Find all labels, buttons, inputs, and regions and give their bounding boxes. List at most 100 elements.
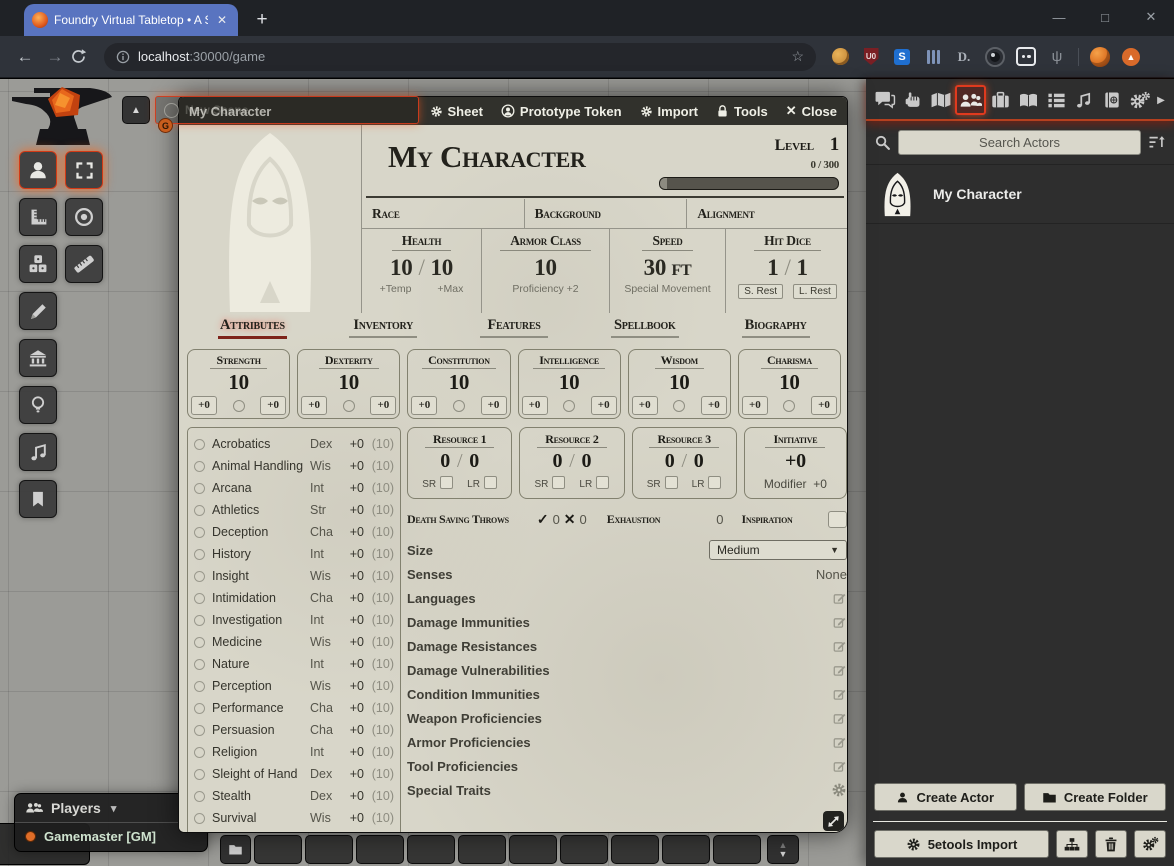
- macro-slot[interactable]: [509, 835, 557, 864]
- browser-tab[interactable]: Foundry Virtual Tabletop • A Stan ✕: [24, 4, 238, 36]
- skill-row[interactable]: Animal Handling Wis +0 (10): [194, 455, 394, 477]
- tab-chat[interactable]: [872, 85, 899, 115]
- skill-proficiency-radio[interactable]: [194, 791, 205, 802]
- skill-row[interactable]: Performance Cha +0 (10): [194, 697, 394, 719]
- tools-button[interactable]: Tools: [716, 104, 768, 119]
- ac-value[interactable]: 10: [534, 255, 556, 281]
- window-maximize-button[interactable]: □: [1082, 10, 1128, 25]
- tab-inventory[interactable]: Inventory: [318, 317, 449, 343]
- ability-modifier[interactable]: +0: [411, 396, 437, 415]
- window-minimize-button[interactable]: —: [1036, 10, 1082, 25]
- hd-current[interactable]: 1: [767, 255, 778, 280]
- macro-slot[interactable]: [254, 835, 302, 864]
- skill-row[interactable]: Nature Int +0 (10): [194, 653, 394, 675]
- short-rest-button[interactable]: S. Rest: [738, 284, 783, 299]
- save-proficiency-radio[interactable]: [343, 400, 355, 412]
- save-proficiency-radio[interactable]: [453, 400, 465, 412]
- scene-nav-collapse-button[interactable]: ▲: [122, 96, 150, 124]
- resource-block[interactable]: Resource 2 0/0 SRLR: [519, 427, 624, 499]
- skill-proficiency-radio[interactable]: [194, 571, 205, 582]
- ability-modifier[interactable]: +0: [522, 396, 548, 415]
- search-actors-input[interactable]: [898, 130, 1141, 155]
- edit-trait-button[interactable]: [833, 759, 847, 773]
- bookmark-star-icon[interactable]: ☆: [791, 48, 804, 65]
- character-name[interactable]: My Character: [388, 139, 586, 175]
- skill-row[interactable]: Insight Wis +0 (10): [194, 565, 394, 587]
- ability-save[interactable]: +0: [811, 396, 837, 415]
- tool-lighting-controls[interactable]: [19, 386, 57, 424]
- window-resize-handle[interactable]: [823, 811, 844, 831]
- skill-row[interactable]: History Int +0 (10): [194, 543, 394, 565]
- page-down-icon[interactable]: ▼: [779, 850, 788, 859]
- import-button[interactable]: Import: [640, 104, 698, 119]
- tab-biography[interactable]: Biography: [710, 317, 841, 343]
- skill-row[interactable]: Acrobatics Dex +0 (10): [194, 433, 394, 455]
- ability-save[interactable]: +0: [701, 396, 727, 415]
- configure-special-traits-button[interactable]: [831, 782, 847, 798]
- ability-modifier[interactable]: +0: [301, 396, 327, 415]
- skill-proficiency-radio[interactable]: [194, 615, 205, 626]
- resource-block[interactable]: Resource 3 0/0 SRLR: [632, 427, 737, 499]
- sort-filter-icon[interactable]: [1148, 134, 1166, 151]
- skill-row[interactable]: Stealth Dex +0 (10): [194, 785, 394, 807]
- skill-proficiency-radio[interactable]: [194, 747, 205, 758]
- tool-token-controls[interactable]: [19, 151, 57, 189]
- toggle-folders-button[interactable]: [1056, 830, 1088, 858]
- skill-proficiency-radio[interactable]: [194, 659, 205, 670]
- save-proficiency-radio[interactable]: [783, 400, 795, 412]
- window-close-button[interactable]: ✕: [1128, 9, 1174, 25]
- edit-trait-button[interactable]: [833, 663, 847, 677]
- skill-row[interactable]: Athletics Str +0 (10): [194, 499, 394, 521]
- save-proficiency-radio[interactable]: [673, 400, 685, 412]
- tab-settings[interactable]: [1126, 85, 1153, 115]
- camera-extension-icon[interactable]: [985, 47, 1005, 67]
- skill-proficiency-radio[interactable]: [194, 813, 205, 824]
- ability-block[interactable]: Wisdom 10 +0 +0: [628, 349, 731, 419]
- tool-select-tokens[interactable]: [65, 151, 103, 189]
- ability-block[interactable]: Intelligence 10 +0 +0: [518, 349, 621, 419]
- actor-directory-entry[interactable]: My Character: [866, 164, 1174, 224]
- resource-max[interactable]: 0: [582, 450, 592, 472]
- new-tab-button[interactable]: +: [248, 6, 276, 34]
- ability-score[interactable]: 10: [188, 370, 289, 395]
- skill-row[interactable]: Religion Int +0 (10): [194, 741, 394, 763]
- browser-update-icon[interactable]: ▲: [1121, 47, 1141, 67]
- long-rest-checkbox[interactable]: [708, 476, 721, 489]
- sheet-config-button[interactable]: Sheet: [430, 104, 483, 119]
- tool-note-controls[interactable]: [19, 480, 57, 518]
- edit-trait-button[interactable]: [833, 615, 847, 629]
- skill-row[interactable]: Intimidation Cha +0 (10): [194, 587, 394, 609]
- ability-block[interactable]: Charisma 10 +0 +0: [738, 349, 841, 419]
- resource-value[interactable]: 0: [553, 450, 563, 472]
- window-header[interactable]: My Character Sheet Prototype Token Impor…: [179, 97, 847, 125]
- short-rest-checkbox[interactable]: [665, 476, 678, 489]
- players-collapse-icon[interactable]: ▾: [111, 802, 117, 815]
- ability-save[interactable]: +0: [591, 396, 617, 415]
- ability-score[interactable]: 10: [519, 370, 620, 395]
- skill-proficiency-radio[interactable]: [194, 637, 205, 648]
- configure-settings-button[interactable]: [1134, 830, 1166, 858]
- tool-measure-distance[interactable]: [65, 245, 103, 283]
- death-failure-icon[interactable]: ✕: [564, 511, 576, 528]
- ability-score[interactable]: 10: [408, 370, 509, 395]
- s-extension-icon[interactable]: S: [892, 47, 912, 67]
- long-rest-button[interactable]: L. Rest: [793, 284, 837, 299]
- death-success-icon[interactable]: ✓: [537, 511, 549, 528]
- edit-trait-button[interactable]: [833, 639, 847, 653]
- edit-trait-button[interactable]: [833, 735, 847, 749]
- tab-actors[interactable]: [955, 85, 986, 115]
- ability-modifier[interactable]: +0: [191, 396, 217, 415]
- tool-sound-controls[interactable]: [19, 433, 57, 471]
- macro-slot[interactable]: [458, 835, 506, 864]
- save-proficiency-radio[interactable]: [563, 400, 575, 412]
- skill-row[interactable]: Survival Wis +0 (10): [194, 807, 394, 829]
- tool-wall-controls[interactable]: [19, 339, 57, 377]
- actor-thumbnail[interactable]: [874, 171, 921, 218]
- edit-trait-button[interactable]: [833, 711, 847, 725]
- edit-trait-button[interactable]: [833, 687, 847, 701]
- 5etools-import-button[interactable]: 5etools Import: [874, 830, 1049, 858]
- initiative-value[interactable]: +0: [745, 450, 846, 473]
- tool-drawing-controls[interactable]: [19, 292, 57, 330]
- tab-journal[interactable]: [1015, 85, 1042, 115]
- senses-row[interactable]: Senses None: [407, 562, 847, 586]
